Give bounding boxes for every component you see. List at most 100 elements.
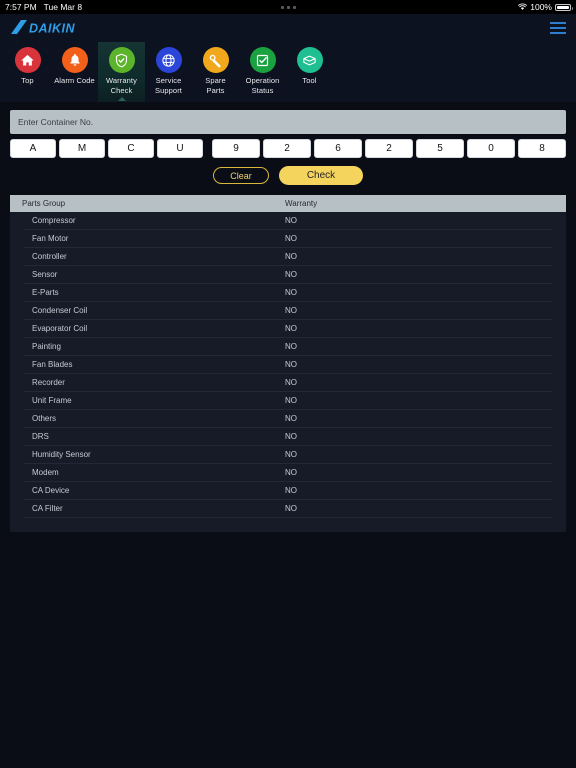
cell-parts-group: CA Device [32, 486, 70, 495]
check-button[interactable]: Check [279, 166, 363, 185]
cell-parts-group: Controller [32, 252, 67, 261]
svg-text:DAIKIN: DAIKIN [29, 22, 76, 36]
wrench-icon [202, 47, 229, 73]
table-body: Compressor NO Fan Motor NO Controller NO Senso… [10, 212, 566, 518]
app-header: DAIKIN [0, 14, 576, 42]
shield-check-icon [108, 47, 135, 73]
toolbox-icon [296, 47, 323, 73]
table-row: Sensor NO [24, 266, 552, 284]
nav-label: Support [155, 86, 182, 95]
status-bar-time: 7:57 PM [5, 2, 37, 12]
table-row: Fan Blades NO [24, 356, 552, 374]
checklist-icon [249, 47, 276, 73]
clear-button[interactable]: Clear [213, 167, 269, 184]
container-no-cell-11[interactable]: 8 [518, 139, 566, 158]
cell-warranty: NO [285, 234, 297, 243]
hamburger-menu-icon[interactable] [550, 22, 566, 34]
table-row: Unit Frame NO [24, 392, 552, 410]
table-row: Recorder NO [24, 374, 552, 392]
cell-parts-group: Unit Frame [32, 396, 72, 405]
container-no-character-cells: AMCU9262508 [10, 139, 566, 158]
table-row: CA Filter NO [24, 500, 552, 518]
cell-warranty: NO [285, 450, 297, 459]
container-no-field[interactable]: Enter Container No. [10, 110, 566, 134]
page-content: Enter Container No. AMCU9262508 Clear Ch… [0, 102, 576, 532]
table-row: Others NO [24, 410, 552, 428]
cell-warranty: NO [285, 504, 297, 513]
column-header-parts-group: Parts Group [22, 199, 66, 208]
table-row: DRS NO [24, 428, 552, 446]
nav-label: Parts [206, 86, 225, 95]
nav-item-tool[interactable]: Tool [286, 42, 333, 102]
cell-parts-group: Recorder [32, 378, 65, 387]
cell-parts-group: E-Parts [32, 288, 59, 297]
cell-warranty: NO [285, 486, 297, 495]
bell-icon [61, 47, 88, 73]
cell-warranty: NO [285, 468, 297, 477]
daikin-logo: DAIKIN [10, 19, 126, 37]
cell-warranty: NO [285, 414, 297, 423]
cell-parts-group: CA Filter [32, 504, 63, 513]
cell-warranty: NO [285, 342, 297, 351]
table-header-row: Parts Group Warranty [10, 195, 566, 212]
wifi-icon [518, 3, 528, 11]
cell-warranty: NO [285, 216, 297, 225]
more-dots-icon [280, 5, 284, 9]
status-bar-left: 7:57 PM Tue Mar 8 [5, 2, 82, 12]
nav-item-warranty-check[interactable]: Warranty Check [98, 42, 145, 102]
container-no-cell-6[interactable]: 2 [263, 139, 311, 158]
status-bar-right: 100% [518, 2, 573, 12]
nav-item-top[interactable]: Top [4, 42, 51, 102]
container-no-cell-9[interactable]: 5 [416, 139, 464, 158]
nav-item-spare-parts[interactable]: Spare Parts [192, 42, 239, 102]
container-no-actions: Clear Check [10, 166, 566, 185]
container-no-cell-2[interactable]: M [59, 139, 105, 158]
cell-warranty: NO [285, 288, 297, 297]
home-icon [14, 47, 41, 73]
nav-label: Warranty [106, 76, 137, 85]
more-dots-icon [292, 5, 296, 9]
table-row: Condenser Coil NO [24, 302, 552, 320]
column-header-warranty: Warranty [285, 199, 318, 208]
container-no-cell-1[interactable]: A [10, 139, 56, 158]
cell-parts-group: Fan Blades [32, 360, 73, 369]
cell-parts-group: Others [32, 414, 57, 423]
nav-label: Service [155, 76, 182, 85]
globe-icon [155, 47, 182, 73]
cell-warranty: NO [285, 306, 297, 315]
cell-parts-group: Modem [32, 468, 59, 477]
nav-label: Top [21, 76, 34, 85]
table-row: CA Device NO [24, 482, 552, 500]
status-bar-center-dots [0, 5, 576, 9]
nav-label: Status [251, 86, 274, 95]
cell-parts-group: Evaporator Coil [32, 324, 88, 333]
container-no-placeholder: Enter Container No. [18, 117, 94, 127]
nav-label: Check [110, 86, 133, 95]
cell-warranty: NO [285, 270, 297, 279]
nav-label: Alarm Code [54, 76, 95, 85]
table-row: E-Parts NO [24, 284, 552, 302]
nav-item-service-support[interactable]: Service Support [145, 42, 192, 102]
container-no-cell-3[interactable]: C [108, 139, 154, 158]
container-no-cell-5[interactable]: 9 [212, 139, 260, 158]
container-no-cell-7[interactable]: 6 [314, 139, 362, 158]
warranty-results-panel: Parts Group Warranty Compressor NO Fan Mot… [10, 195, 566, 532]
cell-parts-group: Condenser Coil [32, 306, 88, 315]
cell-parts-group: Sensor [32, 270, 58, 279]
cell-warranty: NO [285, 324, 297, 333]
status-bar-date: Tue Mar 8 [43, 2, 83, 12]
nav-item-alarm-code[interactable]: Alarm Code [51, 42, 98, 102]
container-no-cell-4[interactable]: U [157, 139, 203, 158]
table-row: Fan Motor NO [24, 230, 552, 248]
cell-warranty: NO [285, 252, 297, 261]
nav-item-operation-status[interactable]: Operation Status [239, 42, 286, 102]
cell-warranty: NO [285, 378, 297, 387]
container-no-cell-10[interactable]: 0 [467, 139, 515, 158]
main-navigation: Top Alarm Code Warranty Check Service Su… [0, 42, 576, 102]
table-row: Controller NO [24, 248, 552, 266]
battery-percent-label: 100% [530, 2, 552, 12]
cell-warranty: NO [285, 396, 297, 405]
status-bar: 7:57 PM Tue Mar 8 100% [0, 0, 576, 14]
container-no-cell-8[interactable]: 2 [365, 139, 413, 158]
cell-warranty: NO [285, 360, 297, 369]
